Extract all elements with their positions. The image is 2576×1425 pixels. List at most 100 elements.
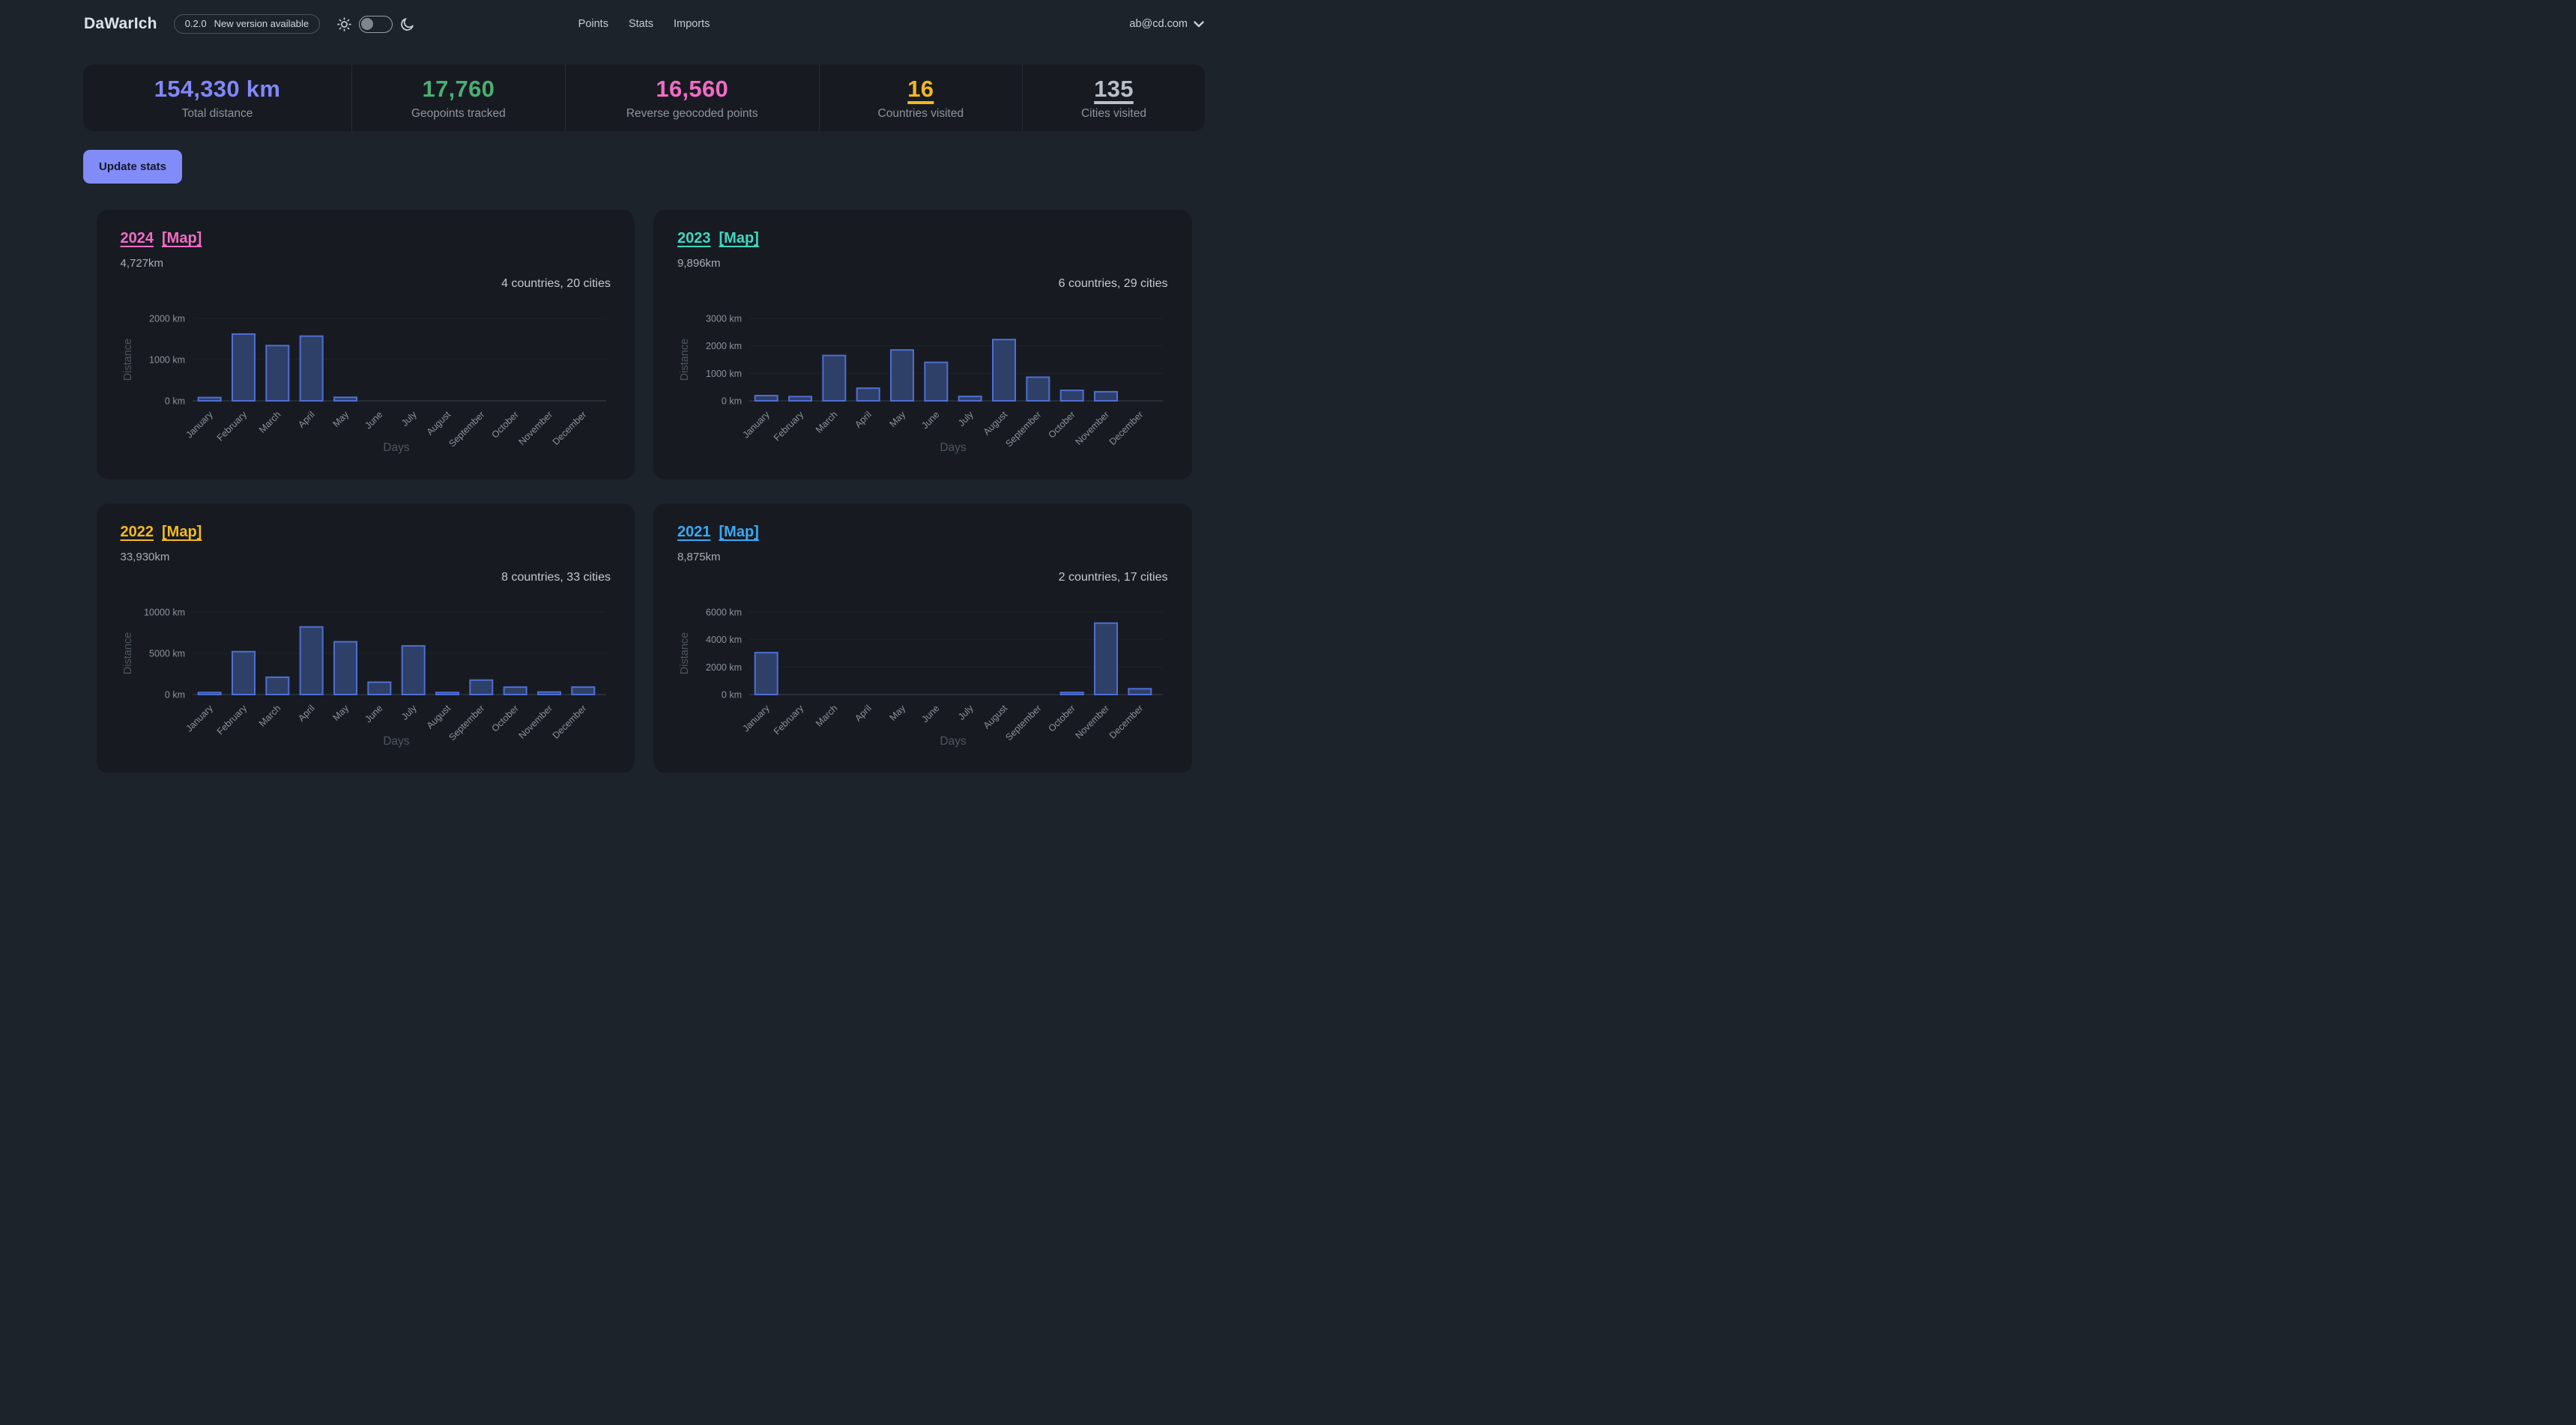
stat-value-cities-visited[interactable]: 135 bbox=[1094, 76, 1134, 102]
bar-chart-2022: 0 km5000 km10000 kmJanuaryFebruaryMarchA… bbox=[121, 586, 611, 749]
nav-link-stats[interactable]: Stats bbox=[629, 18, 653, 30]
x-tick-label: December bbox=[550, 409, 588, 447]
x-tick-label: October bbox=[489, 409, 520, 440]
x-tick-label: May bbox=[888, 409, 908, 429]
stat-value-countries-visited[interactable]: 16 bbox=[907, 76, 934, 102]
summary-stats: 154,330 km Total distance 17,760 Geopoints … bbox=[83, 64, 1205, 131]
y-tick-label: 0 km bbox=[164, 396, 184, 407]
moon-icon bbox=[399, 16, 415, 32]
theme-toggle[interactable] bbox=[359, 16, 393, 33]
stat-value-reverse-geocoded-points: 16,560 bbox=[656, 76, 728, 102]
year-distance: 4,727km bbox=[121, 257, 611, 270]
x-tick-label: February bbox=[214, 409, 249, 444]
y-tick-label: 0 km bbox=[164, 690, 184, 701]
bar-march bbox=[266, 345, 288, 401]
countries-cities-summary: 4 countries, 20 cities bbox=[121, 277, 611, 291]
x-tick-label: September bbox=[1003, 703, 1043, 742]
x-tick-label: June bbox=[363, 409, 384, 431]
year-distance: 9,896km bbox=[677, 257, 1168, 270]
y-tick-label: 4000 km bbox=[706, 635, 742, 645]
stat-reverse-geocoded-points: 16,560 Reverse geocoded points bbox=[565, 64, 819, 131]
x-tick-label: November bbox=[1073, 703, 1111, 741]
version-badge-label: New version available bbox=[214, 18, 309, 29]
x-tick-label: March bbox=[256, 703, 282, 728]
user-menu[interactable]: ab@cd.com bbox=[1129, 18, 1204, 30]
nav-link-points[interactable]: Points bbox=[578, 18, 608, 30]
toggle-knob bbox=[361, 18, 373, 30]
bar-november bbox=[1095, 392, 1117, 401]
user-email: ab@cd.com bbox=[1129, 18, 1188, 30]
version-badge[interactable]: 0.2.0 New version available bbox=[174, 14, 320, 34]
distance-chart-2022: 0 km5000 km10000 kmJanuaryFebruaryMarchA… bbox=[121, 586, 611, 749]
x-tick-label: June bbox=[919, 409, 941, 431]
y-axis-title: Distance bbox=[679, 632, 691, 674]
countries-cities-summary: 8 countries, 33 cities bbox=[121, 571, 611, 584]
stat-label: Total distance bbox=[182, 107, 253, 121]
x-tick-label: July bbox=[399, 703, 419, 722]
bar-october bbox=[504, 687, 526, 695]
stat-label: Reverse geocoded points bbox=[626, 107, 758, 121]
bar-february bbox=[232, 334, 255, 401]
x-tick-label: December bbox=[1107, 409, 1146, 447]
map-link-2021[interactable]: [Map] bbox=[719, 523, 759, 541]
map-link-2022[interactable]: [Map] bbox=[162, 523, 202, 541]
map-link-2023[interactable]: [Map] bbox=[719, 229, 759, 247]
year-card-2021: 2021 [Map] 8,875km 2 countries, 17 citie… bbox=[653, 503, 1192, 773]
year-link-2021[interactable]: 2021 bbox=[677, 523, 711, 541]
x-tick-label: November bbox=[1073, 409, 1111, 447]
nav-link-imports[interactable]: Imports bbox=[674, 18, 710, 30]
bar-january bbox=[198, 692, 220, 695]
y-tick-label: 6000 km bbox=[706, 608, 742, 618]
year-link-2024[interactable]: 2024 bbox=[121, 229, 154, 247]
x-tick-label: August bbox=[424, 703, 453, 731]
year-card-2024: 2024 [Map] 4,727km 4 countries, 20 citie… bbox=[97, 210, 635, 479]
x-tick-label: December bbox=[550, 703, 588, 741]
x-tick-label: April bbox=[853, 409, 874, 430]
stat-value-total-distance: 154,330 km bbox=[154, 76, 280, 102]
x-tick-label: September bbox=[447, 409, 486, 449]
y-tick-label: 3000 km bbox=[706, 314, 742, 324]
stat-label: Geopoints tracked bbox=[411, 107, 506, 121]
x-axis-title: Days bbox=[940, 441, 967, 454]
x-tick-label: February bbox=[772, 703, 806, 737]
bar-january bbox=[755, 396, 778, 401]
x-tick-label: September bbox=[1003, 409, 1043, 449]
x-tick-label: August bbox=[424, 409, 453, 438]
bar-december bbox=[1128, 689, 1151, 695]
bar-october bbox=[1061, 692, 1083, 695]
x-axis-title: Days bbox=[383, 735, 410, 748]
distance-chart-2021: 0 km2000 km4000 km6000 kmJanuaryFebruary… bbox=[677, 586, 1168, 749]
year-distance: 8,875km bbox=[677, 551, 1168, 563]
bar-july bbox=[402, 646, 424, 695]
x-tick-label: January bbox=[740, 409, 772, 441]
x-tick-label: February bbox=[772, 409, 806, 444]
y-axis-title: Distance bbox=[122, 632, 134, 674]
bar-may bbox=[334, 642, 357, 695]
year-link-2022[interactable]: 2022 bbox=[121, 523, 154, 541]
x-tick-label: October bbox=[1046, 703, 1077, 733]
bar-may bbox=[334, 397, 357, 401]
bar-june bbox=[368, 683, 390, 695]
update-stats-button[interactable]: Update stats bbox=[83, 150, 182, 184]
year-link-2023[interactable]: 2023 bbox=[677, 229, 711, 247]
bar-february bbox=[232, 652, 255, 695]
app-logo[interactable]: DaWarIch bbox=[84, 15, 157, 33]
x-tick-label: May bbox=[330, 409, 351, 429]
stat-total-distance: 154,330 km Total distance bbox=[83, 64, 351, 131]
x-tick-label: August bbox=[982, 703, 1010, 731]
stat-value-geopoints-tracked: 17,760 bbox=[423, 76, 495, 102]
theme-switcher bbox=[336, 16, 415, 33]
x-tick-label: February bbox=[214, 703, 249, 737]
bar-december bbox=[572, 687, 594, 695]
map-link-2024[interactable]: [Map] bbox=[162, 229, 202, 247]
distance-chart-2024: 0 km1000 km2000 kmJanuaryFebruaryMarchAp… bbox=[121, 292, 611, 456]
stat-countries-visited: 16Countries visited bbox=[819, 64, 1022, 131]
bar-august bbox=[436, 692, 459, 695]
app-header: DaWarIch 0.2.0 New version available bbox=[0, 0, 1288, 43]
bar-april bbox=[300, 627, 322, 695]
y-tick-label: 1000 km bbox=[706, 369, 742, 379]
year-card-2023: 2023 [Map] 9,896km 6 countries, 29 citie… bbox=[653, 210, 1192, 479]
bar-june bbox=[925, 363, 947, 401]
x-tick-label: November bbox=[516, 703, 554, 741]
year-cards-grid: 2024 [Map] 4,727km 4 countries, 20 citie… bbox=[97, 210, 1192, 773]
